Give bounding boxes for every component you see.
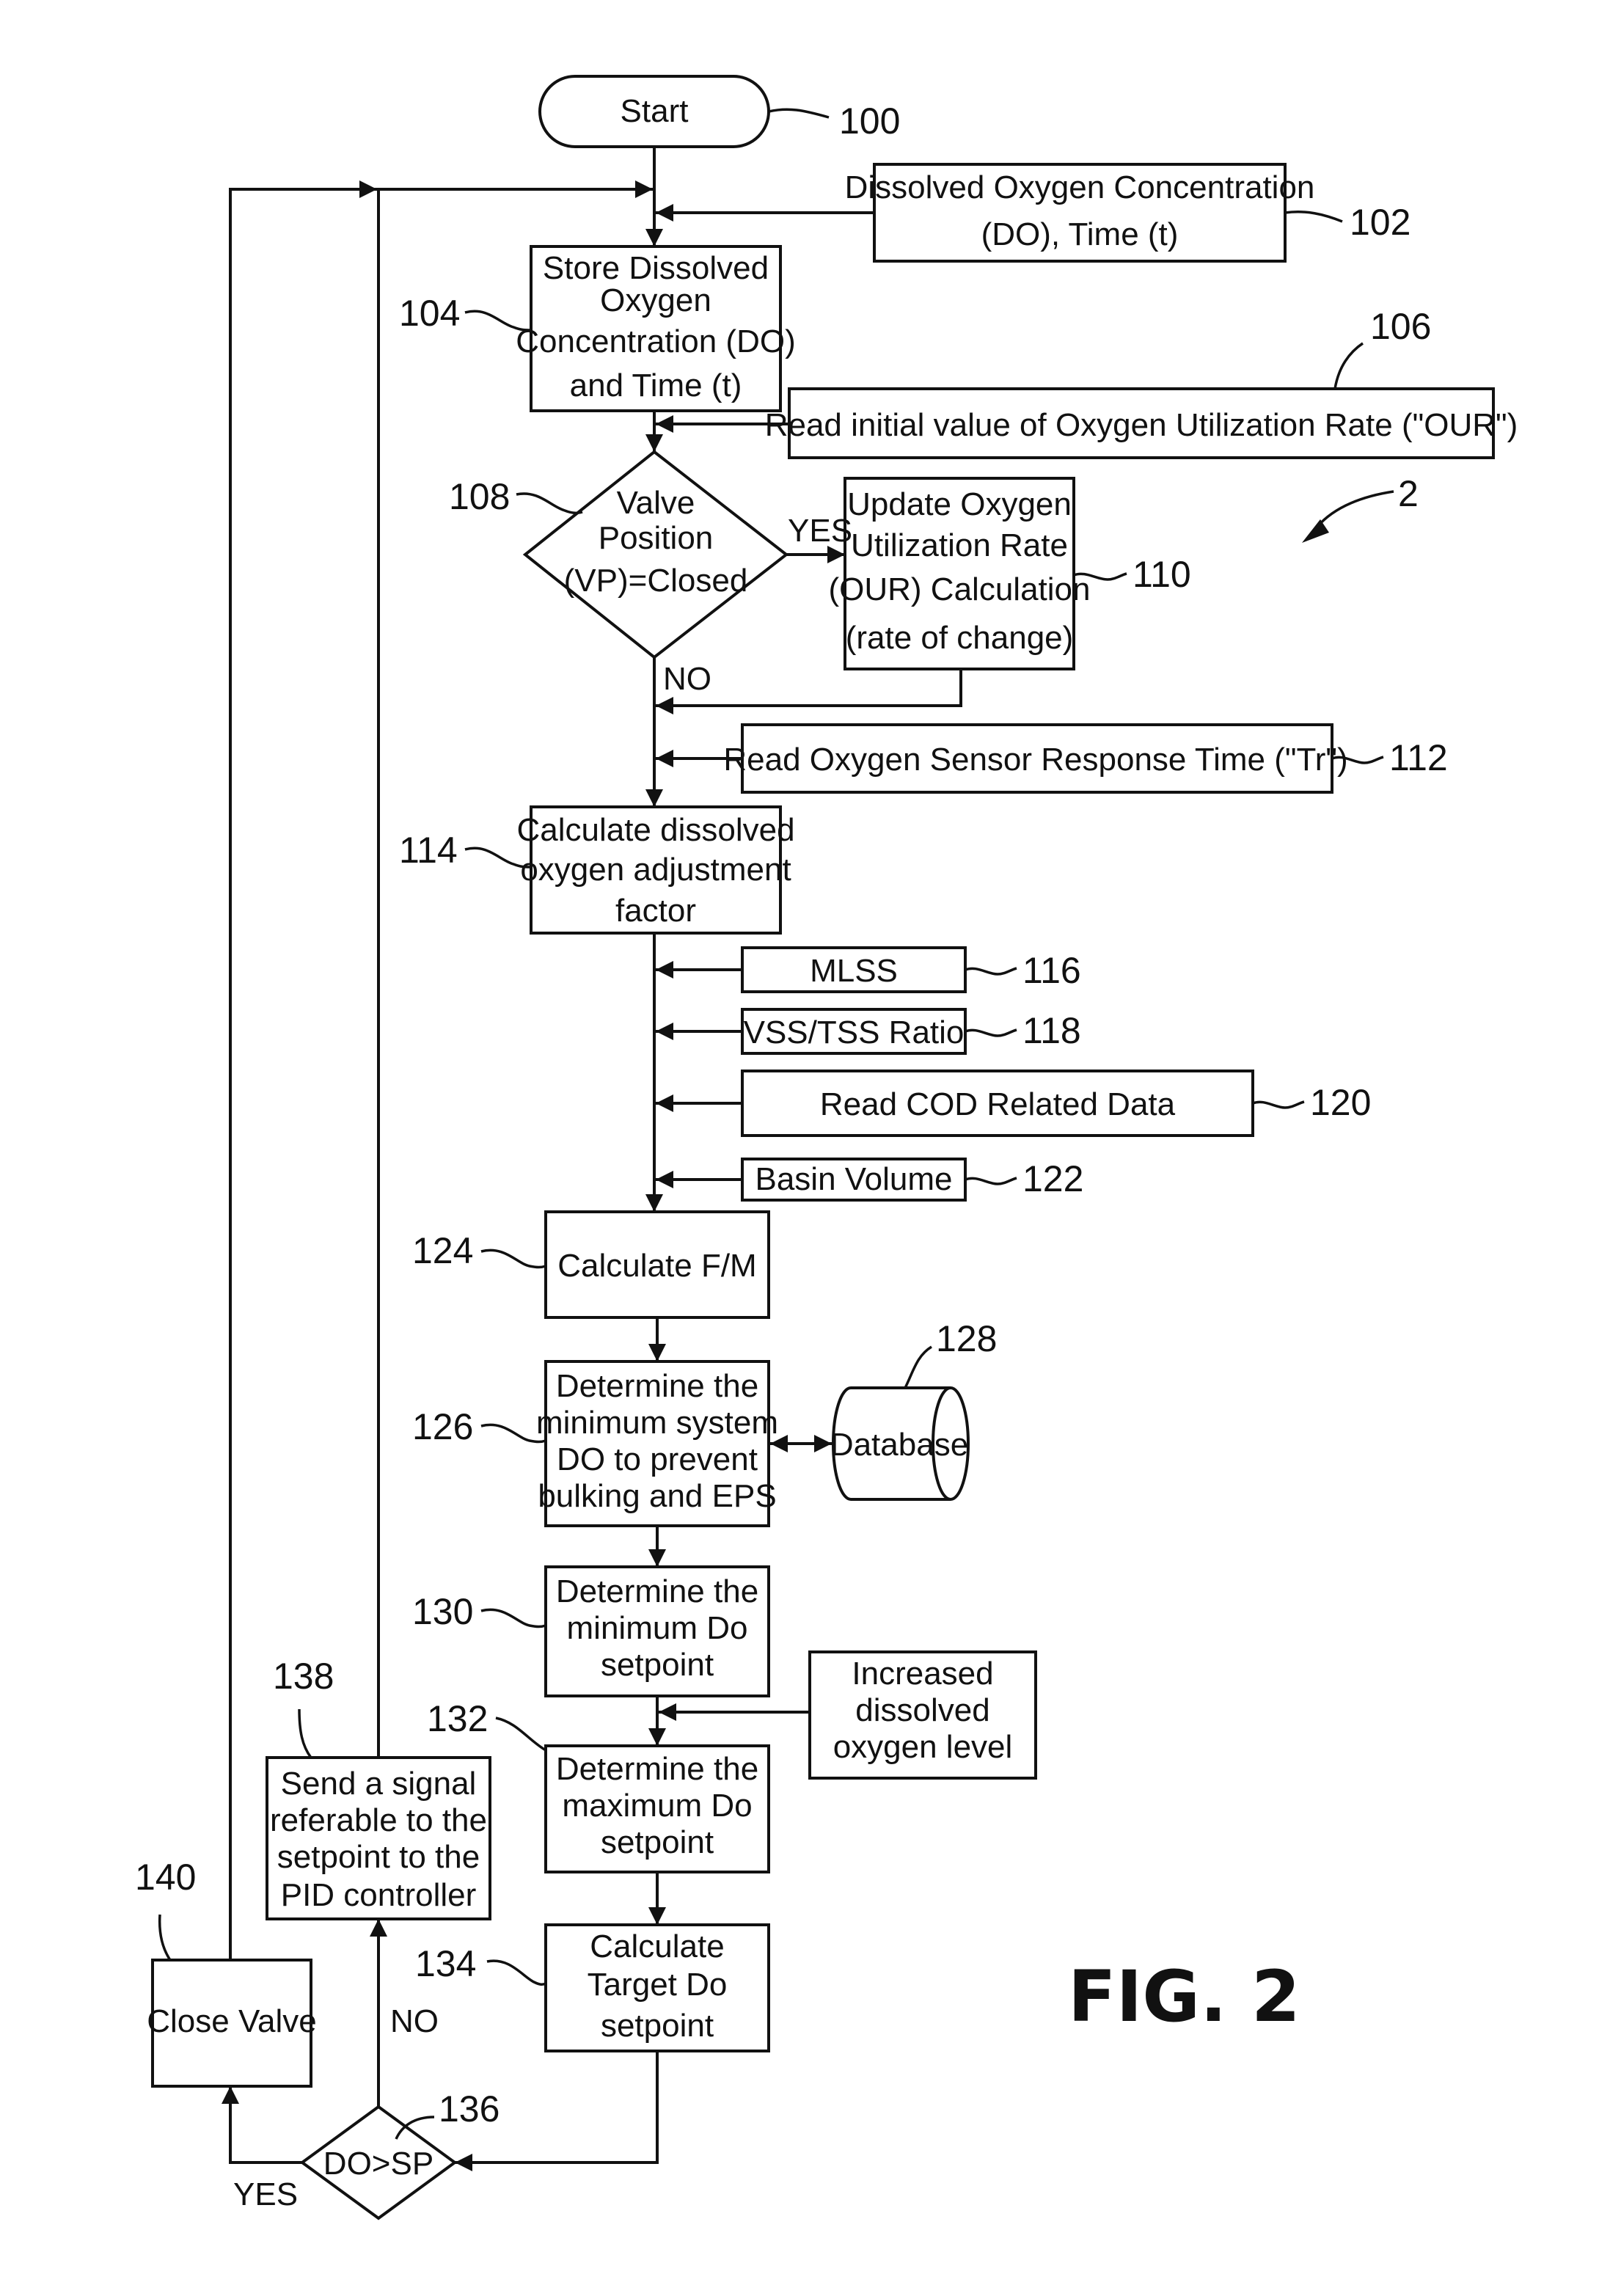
ref-122: 122 (1022, 1158, 1083, 1199)
leader-132 (495, 1716, 546, 1752)
calc-adjust-line-2: oxygen adjustment (520, 852, 791, 888)
close-valve-label: Close Valve (147, 2003, 317, 2039)
input-do-time-line-2: (DO), Time (t) (981, 216, 1179, 252)
flow-decision-yes (222, 2086, 302, 2164)
calc-fm-label: Calculate F/M (557, 1248, 756, 1284)
start-label: Start (621, 93, 689, 129)
update-our-line-3: (OUR) Calculation (829, 571, 1091, 607)
leader-120 (1252, 1100, 1305, 1109)
ref-138: 138 (273, 1656, 334, 1697)
min-system-line-3: DO to prevent (557, 1441, 758, 1477)
do-sp-label: DO>SP (323, 2146, 433, 2182)
min-setpoint-line-2: minimum Do (567, 1610, 748, 1646)
ref-128: 128 (936, 1318, 997, 1359)
update-our-line-4: (rate of change) (846, 620, 1074, 656)
valve-no-label: NO (663, 661, 711, 697)
ref-102: 102 (1350, 202, 1410, 243)
basin-label: Basin Volume (755, 1161, 952, 1197)
leader-102 (1284, 210, 1343, 223)
max-setpoint-line-1: Determine the (556, 1751, 758, 1787)
ref-126: 126 (412, 1406, 473, 1447)
ref-110: 110 (1133, 554, 1191, 595)
leader-118 (965, 1028, 1017, 1037)
ref-118: 118 (1022, 1010, 1081, 1051)
mlss-label: MLSS (810, 953, 898, 989)
increased-do-line-2: dissolved (855, 1692, 989, 1728)
ref-104: 104 (399, 293, 460, 334)
ref-112: 112 (1389, 737, 1448, 778)
update-our-line-1: Update Oxygen (847, 486, 1072, 522)
target-setpoint-line-2: Target Do (588, 1967, 728, 2003)
target-setpoint-line-1: Calculate (590, 1928, 724, 1964)
read-tr-label: Read Oxygen Sensor Response Time ("Tr") (723, 742, 1347, 778)
ref-120: 120 (1310, 1082, 1371, 1123)
figure-ref-arrowhead (1302, 519, 1329, 543)
flowchart: Start Dissolved Oxygen Concentration (DO… (135, 75, 1518, 2220)
store-do-line-4: and Time (t) (570, 368, 742, 403)
vss-tss-label: VSS/TSS Ratio (744, 1014, 965, 1050)
leader-106 (1333, 342, 1364, 390)
input-do-time-line-1: Dissolved Oxygen Concentration (845, 169, 1315, 205)
ref-136: 136 (439, 2088, 500, 2129)
increased-do-line-3: oxygen level (833, 1729, 1013, 1765)
target-setpoint-line-3: setpoint (601, 2008, 714, 2044)
do-sp-no-label: NO (390, 2003, 439, 2039)
store-do-line-1: Store Dissolved (543, 250, 769, 286)
leader-108 (516, 492, 583, 515)
leader-116 (965, 967, 1017, 976)
store-do-line-3: Concentration (DO) (516, 323, 795, 359)
valve-line-3: (VP)=Closed (564, 563, 748, 599)
min-system-line-4: bulking and EPS (538, 1478, 776, 1514)
ref-124: 124 (412, 1230, 473, 1271)
ref-116: 116 (1022, 950, 1081, 991)
leader-128 (904, 1345, 932, 1389)
store-do-line-2: Oxygen (600, 282, 711, 318)
ref-figure-2: 2 (1398, 473, 1419, 514)
ref-100: 100 (839, 100, 900, 142)
calc-adjust-line-3: factor (615, 893, 696, 929)
max-setpoint-line-2: maximum Do (562, 1788, 752, 1824)
send-signal-line-1: Send a signal (281, 1766, 477, 1802)
calc-adjust-line-1: Calculate dissolved (516, 812, 794, 848)
ref-114: 114 (399, 830, 458, 871)
increased-do-line-1: Increased (852, 1656, 993, 1692)
leader-138 (298, 1708, 312, 1759)
leader-140 (158, 1914, 172, 1961)
update-our-line-2: Utilization Rate (851, 527, 1068, 563)
database-label: Database (830, 1427, 968, 1463)
ref-106: 106 (1370, 306, 1431, 347)
figure-ref-arrow (1316, 490, 1394, 528)
leader-130 (480, 1608, 546, 1628)
max-setpoint-line-3: setpoint (601, 1824, 714, 1860)
valve-line-1: Valve (617, 485, 695, 521)
ref-108: 108 (449, 476, 510, 517)
leader-134 (486, 1959, 546, 1986)
valve-yes-label: YES (788, 513, 852, 549)
do-sp-yes-label: YES (233, 2176, 298, 2212)
leader-124 (480, 1248, 546, 1269)
read-our-label: Read initial value of Oxygen Utilization… (765, 407, 1518, 443)
valve-line-2: Position (599, 520, 714, 556)
min-system-line-2: minimum system (536, 1405, 778, 1441)
cod-label: Read COD Related Data (820, 1086, 1176, 1122)
min-setpoint-line-3: setpoint (601, 1647, 714, 1683)
ref-130: 130 (412, 1591, 473, 1632)
ref-134: 134 (415, 1943, 476, 1984)
send-signal-line-4: PID controller (281, 1877, 477, 1913)
ref-132: 132 (427, 1698, 488, 1739)
leader-100 (768, 108, 830, 119)
leader-122 (965, 1177, 1017, 1185)
ref-140: 140 (135, 1857, 196, 1898)
send-signal-line-3: setpoint to the (277, 1839, 480, 1875)
min-system-line-1: Determine the (556, 1368, 758, 1404)
figure-title: FIG. 2 (1068, 1956, 1300, 2038)
send-signal-line-2: referable to the (270, 1802, 487, 1838)
min-setpoint-line-1: Determine the (556, 1573, 758, 1609)
node-texts: Start Dissolved Oxygen Concentration (DO… (147, 93, 1518, 2212)
